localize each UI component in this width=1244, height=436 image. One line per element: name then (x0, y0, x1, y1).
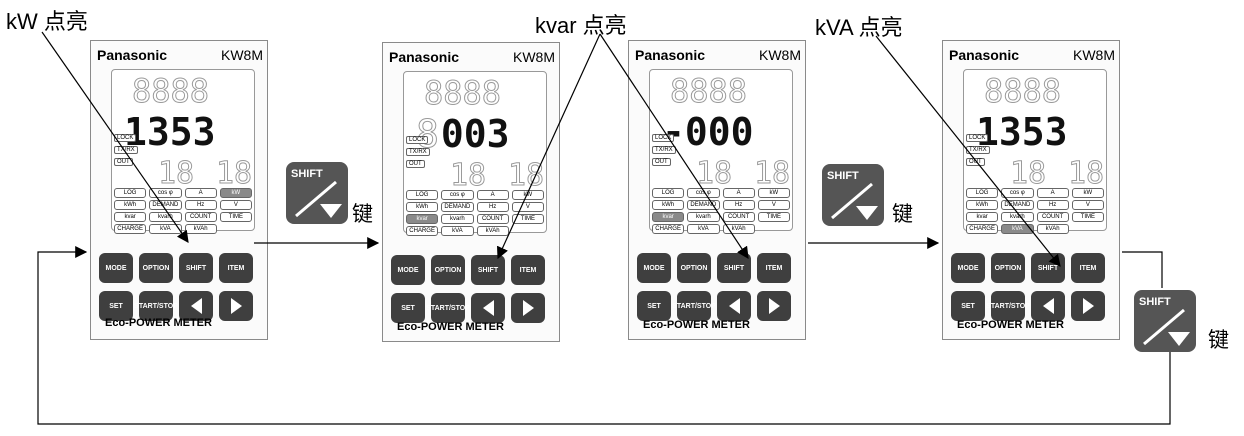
pointer-kva (875, 35, 1061, 267)
flow-return-bottom (37, 246, 1171, 425)
pointer-kw (41, 31, 189, 243)
pointer-kvar-panel-2 (497, 33, 601, 260)
flow-arrows (37, 31, 1171, 425)
pointer-kvar-panel-3 (599, 33, 749, 260)
flow-return-loop (1122, 251, 1163, 288)
